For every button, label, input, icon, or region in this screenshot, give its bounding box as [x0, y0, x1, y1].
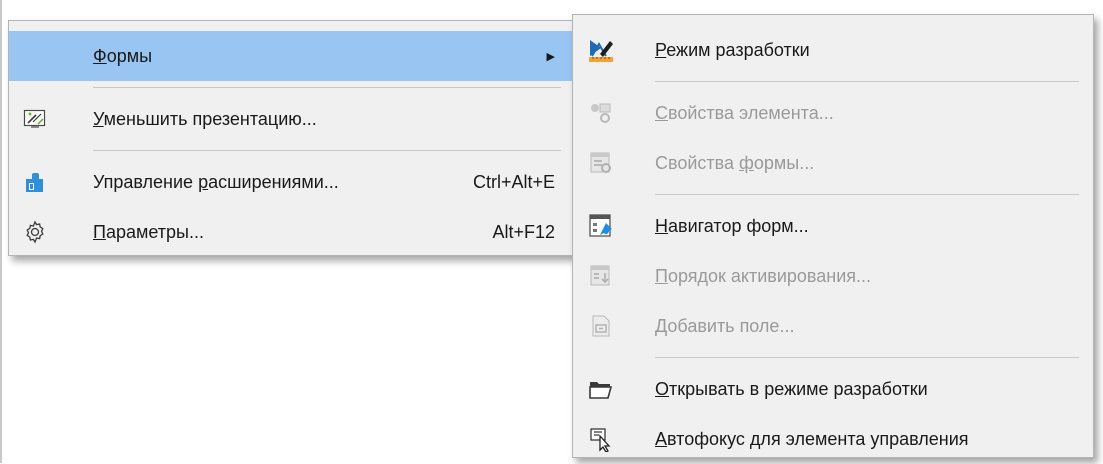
gear-icon	[21, 218, 49, 246]
menu-item-label: Добавить поле...	[655, 315, 795, 336]
submenu-item-open-in-design-mode[interactable]: Открывать в режиме разработки	[573, 364, 1093, 414]
menu-item-label: Навигатор форм...	[655, 215, 809, 236]
menu-item-label: Управление расширениями...	[93, 171, 339, 192]
submenu-item-form-properties[interactable]: Свойства формы...	[573, 138, 1093, 188]
main-menu: Формы ▶ Уменьшить презентацию... Управле…	[8, 20, 576, 256]
menu-item-extension-manager[interactable]: Управление расширениями... Ctrl+Alt+E	[9, 157, 575, 207]
menu-item-minimize-presentation[interactable]: Уменьшить презентацию...	[9, 94, 575, 144]
autofocus-icon	[587, 425, 615, 453]
menu-item-label: Порядок активирования...	[655, 265, 872, 286]
open-folder-icon	[587, 375, 615, 403]
submenu-item-control-properties[interactable]: Свойства элемента...	[573, 88, 1093, 138]
minimize-presentation-icon	[21, 105, 49, 133]
add-field-icon	[587, 312, 615, 340]
menu-item-label: Свойства формы...	[655, 152, 815, 173]
submenu-item-design-mode[interactable]: Режим разработки	[573, 25, 1093, 75]
menu-separator	[655, 81, 1079, 82]
menu-separator	[655, 357, 1079, 358]
submenu-item-add-field[interactable]: Добавить поле...	[573, 301, 1093, 351]
menu-item-label: Формы	[93, 45, 153, 66]
page-edge	[0, 0, 2, 463]
submenu-item-tab-order[interactable]: Порядок активирования...	[573, 251, 1093, 301]
submenu-item-autofocus[interactable]: Автофокус для элемента управления	[573, 414, 1093, 464]
form-properties-icon	[587, 149, 615, 177]
menu-separator	[655, 194, 1079, 195]
menu-item-shortcut: Ctrl+Alt+E	[472, 171, 555, 192]
extension-manager-icon	[21, 168, 49, 196]
control-properties-icon	[587, 99, 615, 127]
menu-item-label: Параметры...	[93, 221, 204, 242]
menu-item-label: Автофокус для элемента управления	[655, 428, 969, 449]
form-navigator-icon	[587, 212, 615, 240]
menu-item-label: Уменьшить презентацию...	[93, 108, 317, 129]
design-mode-icon	[587, 36, 615, 64]
menu-item-forms[interactable]: Формы ▶	[9, 31, 575, 81]
menu-separator	[93, 150, 561, 151]
submenu-item-form-navigator[interactable]: Навигатор форм...	[573, 201, 1093, 251]
menu-separator	[93, 87, 561, 88]
tab-order-icon	[587, 262, 615, 290]
menu-item-options[interactable]: Параметры... Alt+F12	[9, 207, 575, 257]
menu-item-label: Свойства элемента...	[655, 102, 834, 123]
menu-item-label: Открывать в режиме разработки	[655, 378, 928, 399]
menu-item-label: Режим разработки	[655, 39, 810, 60]
submenu-arrow-icon: ▶	[546, 50, 555, 63]
forms-submenu: Режим разработки Свойства элемента... Св…	[572, 14, 1094, 458]
menu-item-shortcut: Alt+F12	[492, 221, 555, 242]
